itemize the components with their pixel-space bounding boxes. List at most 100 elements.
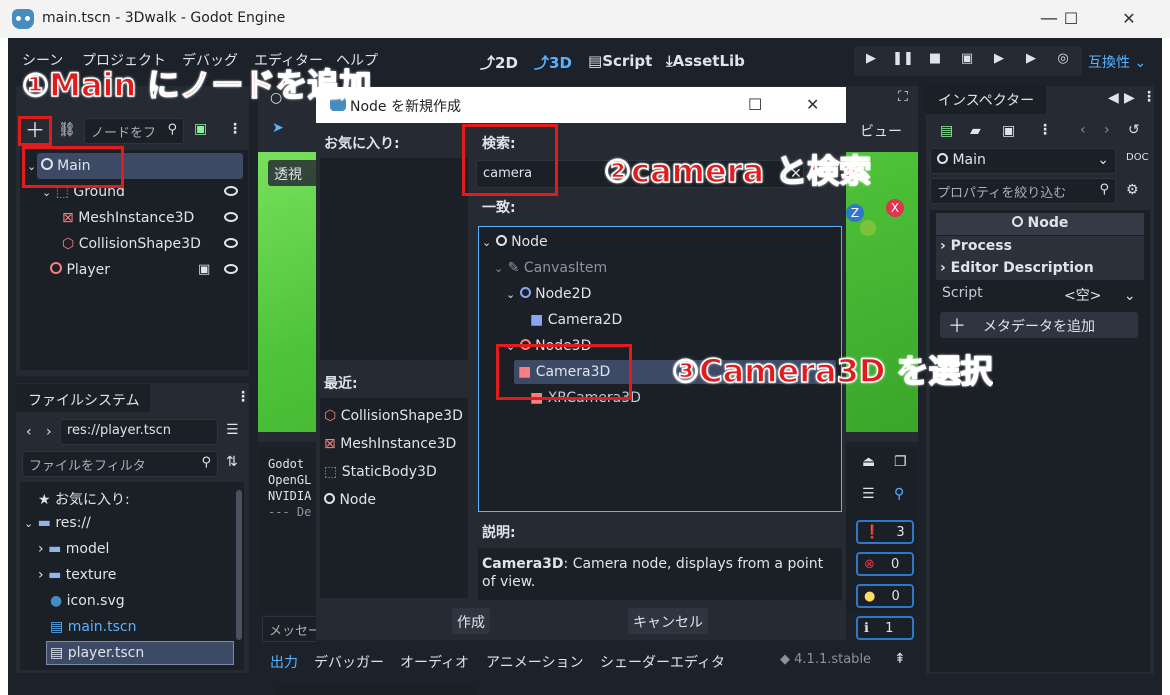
file-filter-input[interactable]: ファイルをフィルタ ⚲ — [22, 451, 218, 477]
filesystem-menu-icon[interactable]: ⋮ — [236, 389, 250, 405]
gizmo-y-axis[interactable] — [860, 220, 876, 236]
list-view-icon[interactable]: ☰ — [226, 422, 239, 438]
class-node[interactable]: ⌄ Node — [482, 234, 548, 250]
bottom-tab-audio[interactable]: オーディオ — [400, 652, 469, 672]
file-scrollbar[interactable] — [236, 490, 242, 640]
attach-script-icon[interactable]: ▣ — [194, 121, 207, 137]
play-custom-scene-icon[interactable]: ▶ — [1018, 51, 1044, 71]
section-process[interactable]: › Process — [936, 236, 1144, 258]
filesystem-path-input[interactable]: res://player.tscn — [60, 419, 218, 445]
view-menu[interactable]: ビュー — [860, 121, 902, 141]
history-back-icon[interactable]: ‹ — [1080, 122, 1086, 138]
bottom-tab-shader-editor[interactable]: シェーダーエディタ — [600, 652, 725, 672]
visibility-eye-icon[interactable] — [224, 212, 238, 222]
stop-icon[interactable]: ■ — [922, 51, 948, 71]
filter-output-icon[interactable]: ☰ — [862, 486, 875, 502]
create-button[interactable]: 作成 — [452, 608, 490, 634]
mesh-icon: ⊠ — [62, 210, 74, 226]
dialog-maximize-button[interactable]: ☐ — [748, 95, 762, 114]
tab-assetlib[interactable]: ⤓AssetLib — [666, 52, 745, 70]
movie-maker-icon[interactable]: ◎ — [1050, 51, 1076, 71]
annotation-step2: ②camera と検索 — [604, 151, 872, 191]
recent-item-meshinstance3d[interactable]: ⊠ MeshInstance3D — [324, 436, 456, 452]
clear-output-icon[interactable]: ⏏ — [862, 454, 875, 470]
inspected-node-select[interactable]: Main ⌄ — [930, 148, 1116, 174]
recent-item-node[interactable]: Node — [324, 492, 376, 508]
gizmo-z-axis[interactable]: Z — [846, 204, 864, 222]
new-resource-icon[interactable]: ▤ — [940, 123, 953, 139]
dialog-close-button[interactable]: ✕ — [806, 95, 819, 114]
dock-left-icon[interactable]: ◀ — [1108, 90, 1119, 106]
renderer-select[interactable]: 互換性 ⌄ — [1088, 52, 1146, 72]
object-history-icon[interactable]: ↺ — [1128, 122, 1140, 138]
sort-icon[interactable]: ⇅ — [226, 454, 238, 470]
file-favorites[interactable]: ★ お気に入り: — [38, 489, 130, 509]
description-label: 説明: — [482, 525, 516, 541]
visibility-eye-icon[interactable] — [224, 238, 238, 248]
warnings-toggle[interactable]: ● 0 — [856, 584, 914, 608]
play-icon[interactable]: ▶ — [858, 51, 884, 71]
file-main-tscn[interactable]: ▤ main.tscn — [50, 619, 136, 635]
godot-icon: ● — [50, 593, 63, 609]
play-scene-icon[interactable]: ▶ — [986, 51, 1012, 71]
node-icon — [1011, 216, 1023, 227]
maximize-button[interactable]: ☐ — [1048, 6, 1094, 32]
open-scene-icon[interactable]: ▣ — [198, 262, 210, 277]
back-icon[interactable]: ‹ — [26, 424, 32, 440]
perspective-menu[interactable]: 透視 — [268, 160, 318, 186]
scene-node-collisionshape[interactable]: ⬡ CollisionShape3D — [62, 236, 201, 252]
open-docs-icon[interactable]: DOC — [1126, 152, 1149, 163]
add-metadata-button[interactable]: ＋メタデータを追加 — [940, 312, 1138, 338]
messages-toggle[interactable]: ❗ 3 — [856, 520, 914, 544]
tab-script[interactable]: ▤Script — [588, 52, 652, 70]
gizmo-x-axis[interactable]: X — [886, 199, 904, 217]
script-property-value[interactable]: <空> ⌄ — [1064, 285, 1136, 305]
file-model-folder[interactable]: › ▬ model — [38, 541, 109, 557]
class-canvasitem[interactable]: ⌄ ✎ CanvasItem — [494, 260, 607, 276]
class-camera2d[interactable]: ■ Camera2D — [530, 312, 622, 328]
history-forward-icon[interactable]: › — [1104, 122, 1110, 138]
cancel-button[interactable]: キャンセル — [628, 608, 708, 634]
expand-bottom-panel-icon[interactable]: ⇞ — [894, 651, 906, 667]
info-toggle[interactable]: ℹ 1 — [856, 616, 914, 640]
file-res-root[interactable]: ⌄ ▬ res:// — [24, 515, 91, 531]
errors-toggle[interactable]: ⊗ 0 — [856, 552, 914, 576]
inspector-menu-icon[interactable]: ⋮ — [1142, 89, 1156, 105]
scene-node-player[interactable]: Player — [50, 262, 110, 278]
recent-item-staticbody3d[interactable]: ⬚ StaticBody3D — [324, 464, 437, 480]
recent-item-collisionshape3d[interactable]: ⬡ CollisionShape3D — [324, 408, 463, 424]
pause-icon[interactable]: ❚❚ — [890, 51, 916, 71]
tab-3d[interactable]: ⤴3D — [534, 52, 572, 73]
search-output-icon[interactable]: ⚲ — [894, 486, 904, 502]
file-icon-svg[interactable]: ● icon.svg — [50, 593, 125, 609]
bottom-tab-animation[interactable]: アニメーション — [486, 652, 583, 672]
scene-menu-icon[interactable]: ⋮ — [228, 121, 242, 137]
bottom-tab-debugger[interactable]: デバッガー — [314, 652, 384, 672]
window-title: main.tscn - 3Dwalk - Godot Engine — [42, 10, 286, 26]
forward-icon[interactable]: › — [46, 424, 52, 440]
description-text: Camera3D: Camera node, displays from a p… — [482, 556, 824, 590]
copy-output-icon[interactable]: ❐ — [894, 454, 907, 470]
fullscreen-icon[interactable]: ⛶ — [898, 89, 908, 105]
file-texture-folder[interactable]: › ▬ texture — [38, 567, 116, 583]
output-filter-input[interactable]: メッセー — [262, 616, 318, 642]
tab-2d[interactable]: ⤴2D — [480, 52, 518, 73]
close-button[interactable]: ✕ — [1106, 6, 1152, 32]
property-filter-input[interactable]: プロパティを絞り込む ⚲ — [930, 178, 1116, 204]
save-resource-icon[interactable]: ▣ — [1002, 123, 1015, 139]
section-editor-description[interactable]: › Editor Description — [936, 258, 1144, 280]
resource-menu-icon[interactable]: ⋮ — [1038, 122, 1052, 138]
visibility-eye-icon[interactable] — [224, 186, 238, 196]
open-resource-icon[interactable]: ▰ — [970, 123, 981, 139]
instance-scene-icon[interactable]: ⛓ — [58, 122, 76, 138]
scene-node-meshinstance[interactable]: ⊠ MeshInstance3D — [62, 210, 194, 226]
file-player-tscn[interactable]: ▤ player.tscn — [50, 645, 144, 661]
remote-debug-icon[interactable]: ▣ — [954, 51, 980, 71]
visibility-eye-icon[interactable] — [224, 264, 238, 274]
scene-filter-input[interactable]: ノードをフ ⚲ — [84, 118, 184, 144]
class-node2d[interactable]: ⌄ Node2D — [506, 286, 591, 302]
inspector-settings-icon[interactable]: ⚙ — [1126, 182, 1139, 198]
bottom-tab-output[interactable]: 出力 — [270, 652, 298, 672]
select-tool-icon[interactable]: ➤ — [272, 120, 284, 136]
dock-right-icon[interactable]: ▶ — [1124, 90, 1135, 106]
